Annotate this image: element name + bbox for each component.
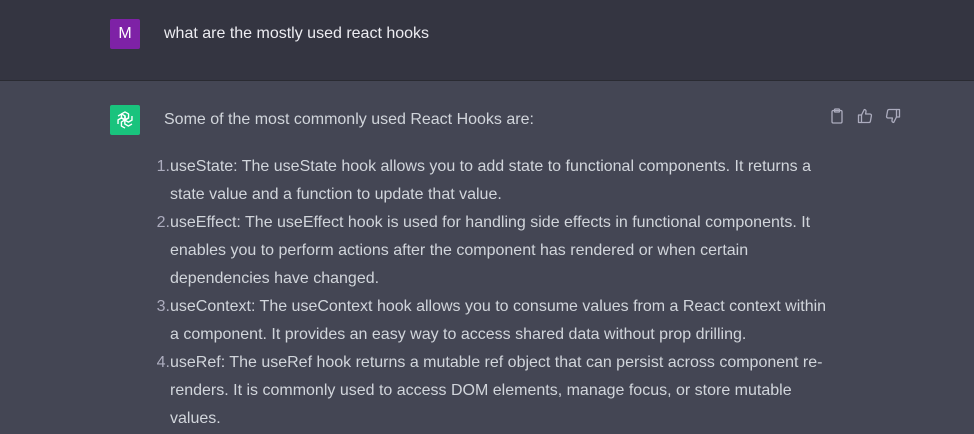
hooks-list: 1. useState: The useState hook allows yo…: [138, 153, 828, 433]
list-item: 3. useContext: The useContext hook allow…: [138, 293, 828, 349]
thumbs-up-button[interactable]: [856, 107, 874, 125]
list-item: 1. useState: The useState hook allows yo…: [138, 153, 828, 209]
thumbs-down-icon: [885, 108, 901, 124]
list-item-text: useEffect: The useEffect hook is used fo…: [170, 214, 811, 287]
list-item-text: useRef: The useRef hook returns a mutabl…: [170, 354, 823, 427]
list-item-text: useState: The useState hook allows you t…: [170, 158, 811, 203]
list-item: 4. useRef: The useRef hook returns a mut…: [138, 349, 828, 433]
message-actions: [828, 107, 902, 125]
list-item-text: useContext: The useContext hook allows y…: [170, 298, 827, 343]
thumbs-up-icon: [857, 108, 873, 124]
list-item-number: 1.: [156, 158, 170, 175]
copy-button[interactable]: [828, 107, 846, 125]
assistant-intro-text: Some of the most commonly used React Hoo…: [164, 111, 534, 128]
user-message-text: what are the mostly used react hooks: [164, 25, 430, 42]
user-message-row: M what are the mostly used react hooks: [0, 0, 974, 81]
assistant-message-row: Some of the most commonly used React Hoo…: [0, 81, 974, 434]
assistant-avatar: [110, 105, 140, 135]
openai-logo-icon: [117, 111, 133, 129]
list-item-number: 4.: [156, 354, 170, 371]
clipboard-icon: [831, 108, 843, 124]
thumbs-down-button[interactable]: [884, 107, 902, 125]
list-item-number: 3.: [156, 298, 170, 315]
list-item-number: 2.: [156, 214, 170, 231]
list-item: 2. useEffect: The useEffect hook is used…: [138, 209, 828, 293]
user-avatar: M: [110, 19, 140, 49]
